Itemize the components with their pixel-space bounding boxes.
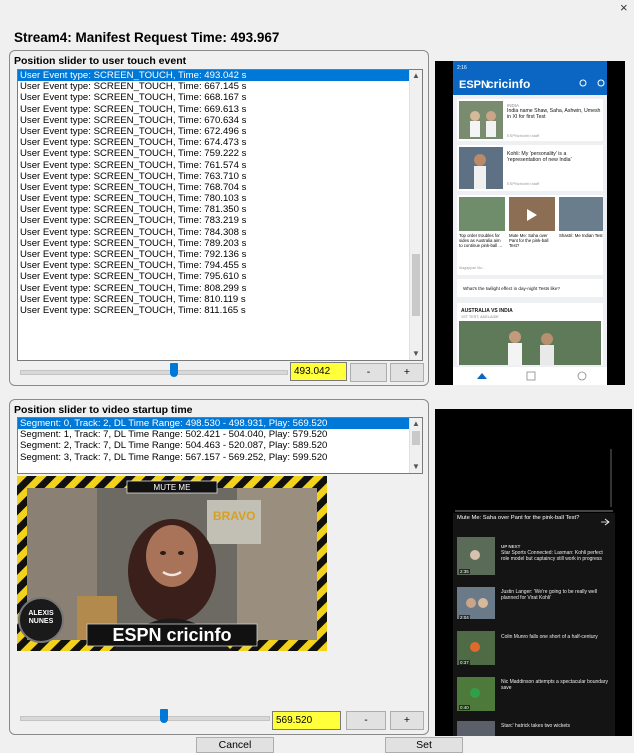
touch-event-row[interactable]: User Event type: SCREEN_TOUCH, Time: 672… bbox=[18, 126, 422, 137]
status-time: 2:16 bbox=[457, 65, 467, 71]
touch-slider-track[interactable] bbox=[20, 370, 288, 375]
player-video-title: Mute Me: Saha over Pant for the pink-bal… bbox=[457, 515, 580, 521]
segment-row[interactable]: Segment: 2, Track: 7, DL Time Range: 504… bbox=[18, 440, 422, 451]
touch-event-row[interactable]: User Event type: SCREEN_TOUCH, Time: 493… bbox=[18, 70, 422, 82]
card1-text: Top order troubles for sides as Australi… bbox=[459, 233, 502, 248]
touch-event-row[interactable]: User Event type: SCREEN_TOUCH, Time: 795… bbox=[18, 271, 422, 282]
bravo-sign: BRAVO bbox=[213, 509, 255, 523]
video-duration: 0:40 bbox=[459, 705, 470, 710]
touch-decrement-button[interactable]: - bbox=[350, 363, 387, 382]
touch-event-row[interactable]: User Event type: SCREEN_TOUCH, Time: 763… bbox=[18, 171, 422, 182]
story1-author: ESPNcricinfo staff bbox=[507, 133, 540, 138]
touch-event-row[interactable]: User Event type: SCREEN_TOUCH, Time: 811… bbox=[18, 305, 422, 316]
touch-event-row[interactable]: User Event type: SCREEN_TOUCH, Time: 667… bbox=[18, 81, 422, 92]
touch-time-field[interactable]: 493.042 bbox=[290, 362, 347, 381]
up-next-item[interactable]: Starc' hatrick takes two wickets bbox=[501, 723, 611, 729]
story2-headline: Kohli: My 'personality' is a 'representa… bbox=[507, 151, 572, 163]
player-screenshot: Mute Me: Saha over Pant for the pink-bal… bbox=[435, 409, 632, 736]
touch-increment-button[interactable]: + bbox=[390, 363, 424, 382]
touch-event-row[interactable]: User Event type: SCREEN_TOUCH, Time: 792… bbox=[18, 249, 422, 260]
card1-meta: Alagappan Mu... bbox=[459, 266, 485, 270]
video-startup-group-label: Position slider to video startup time bbox=[14, 404, 193, 416]
touch-event-row[interactable]: User Event type: SCREEN_TOUCH, Time: 789… bbox=[18, 238, 422, 249]
up-next-item[interactable]: Star Sports Connected: Laxman: Kohli per… bbox=[501, 550, 611, 562]
touch-event-row[interactable]: User Event type: SCREEN_TOUCH, Time: 780… bbox=[18, 193, 422, 204]
touch-list-scrollbar[interactable]: ▲ ▼ bbox=[409, 70, 422, 360]
app-brand-prefix: ESPN bbox=[459, 79, 489, 91]
card3-text: Shastri: Me Indian Test bbox=[559, 233, 603, 238]
touch-event-row[interactable]: User Event type: SCREEN_TOUCH, Time: 669… bbox=[18, 104, 422, 115]
scroll-down-icon[interactable]: ▼ bbox=[410, 461, 422, 473]
window-title: Stream4: Manifest Request Time: 493.967 bbox=[14, 30, 280, 45]
host-badge: ALEXIS NUNES bbox=[28, 610, 54, 625]
touch-event-row[interactable]: User Event type: SCREEN_TOUCH, Time: 794… bbox=[18, 260, 422, 271]
touch-slider-thumb[interactable] bbox=[170, 363, 179, 377]
touch-event-row[interactable]: User Event type: SCREEN_TOUCH, Time: 670… bbox=[18, 115, 422, 126]
startup-decrement-button[interactable]: - bbox=[346, 711, 386, 730]
scroll-down-icon[interactable]: ▼ bbox=[410, 348, 422, 360]
app-screenshot: 2:16 ESPN cricinfo INDIA India name Shaw… bbox=[435, 61, 625, 385]
segment-list-scrollbar[interactable]: ▲ ▼ bbox=[409, 418, 422, 473]
touch-event-row[interactable]: User Event type: SCREEN_TOUCH, Time: 761… bbox=[18, 160, 422, 171]
touch-event-row[interactable]: User Event type: SCREEN_TOUCH, Time: 781… bbox=[18, 204, 422, 215]
segment-list[interactable]: Segment: 0, Track: 2, DL Time Range: 498… bbox=[17, 417, 423, 474]
touch-event-row[interactable]: User Event type: SCREEN_TOUCH, Time: 674… bbox=[18, 137, 422, 148]
close-button[interactable]: × bbox=[620, 0, 628, 15]
segment-row[interactable]: Segment: 0, Track: 2, DL Time Range: 498… bbox=[18, 418, 422, 430]
story1-headline: India name Shaw, Saha, Ashwin, Umesh in … bbox=[507, 108, 601, 120]
video-duration: 0:37 bbox=[459, 660, 470, 665]
story2-author: ESPNcricinfo staff bbox=[507, 181, 540, 186]
touch-event-row[interactable]: User Event type: SCREEN_TOUCH, Time: 808… bbox=[18, 283, 422, 294]
up-next-label: UP NEXT bbox=[501, 544, 521, 549]
segment-row[interactable]: Segment: 3, Track: 7, DL Time Range: 567… bbox=[18, 452, 422, 463]
segment-row[interactable]: Segment: 1, Track: 7, DL Time Range: 502… bbox=[18, 429, 422, 440]
touch-event-row[interactable]: User Event type: SCREEN_TOUCH, Time: 668… bbox=[18, 92, 422, 103]
video-logo: ESPN cricinfo bbox=[112, 625, 231, 645]
touch-event-row[interactable]: User Event type: SCREEN_TOUCH, Time: 810… bbox=[18, 294, 422, 305]
up-next-item[interactable]: Justin Langer: 'We're going to be really… bbox=[501, 589, 611, 601]
scroll-up-icon[interactable]: ▲ bbox=[410, 418, 422, 430]
twilight-link: What's the twilight effect in day-night … bbox=[463, 286, 560, 291]
scroll-thumb[interactable] bbox=[412, 254, 420, 316]
card2-text: Mute Me: Saha over Pant for the pink-bal… bbox=[509, 233, 549, 248]
video-duration: 2:04 bbox=[459, 615, 470, 620]
startup-time-field[interactable]: 569.520 bbox=[272, 711, 341, 730]
startup-increment-button[interactable]: + bbox=[390, 711, 424, 730]
scroll-thumb[interactable] bbox=[412, 431, 420, 445]
up-next-item[interactable]: Nic Maddinson attempts a spectacular bou… bbox=[501, 679, 611, 691]
touch-event-row[interactable]: User Event type: SCREEN_TOUCH, Time: 784… bbox=[18, 227, 422, 238]
scroll-up-icon[interactable]: ▲ bbox=[410, 70, 422, 82]
touch-event-group-label: Position slider to user touch event bbox=[14, 55, 187, 67]
startup-slider-thumb[interactable] bbox=[159, 709, 168, 723]
match-subtitle: 1ST TEST, ADELAIDE bbox=[461, 315, 499, 319]
startup-slider-track[interactable] bbox=[20, 716, 270, 721]
video-frame: BRAVO MUTE ME ALEXIS NUNES ESPN cricinfo bbox=[17, 476, 327, 651]
mute-me-banner: MUTE ME bbox=[154, 483, 191, 492]
touch-event-row[interactable]: User Event type: SCREEN_TOUCH, Time: 783… bbox=[18, 215, 422, 226]
app-name: cricinfo bbox=[487, 77, 530, 91]
touch-event-row[interactable]: User Event type: SCREEN_TOUCH, Time: 768… bbox=[18, 182, 422, 193]
video-duration: 2:35 bbox=[459, 569, 470, 574]
up-next-item[interactable]: Colin Munro falls one short of a half-ce… bbox=[501, 634, 611, 640]
touch-event-list[interactable]: User Event type: SCREEN_TOUCH, Time: 493… bbox=[17, 69, 423, 361]
match-title: AUSTRALIA VS INDIA bbox=[461, 308, 513, 314]
touch-event-row[interactable]: User Event type: SCREEN_TOUCH, Time: 759… bbox=[18, 148, 422, 159]
